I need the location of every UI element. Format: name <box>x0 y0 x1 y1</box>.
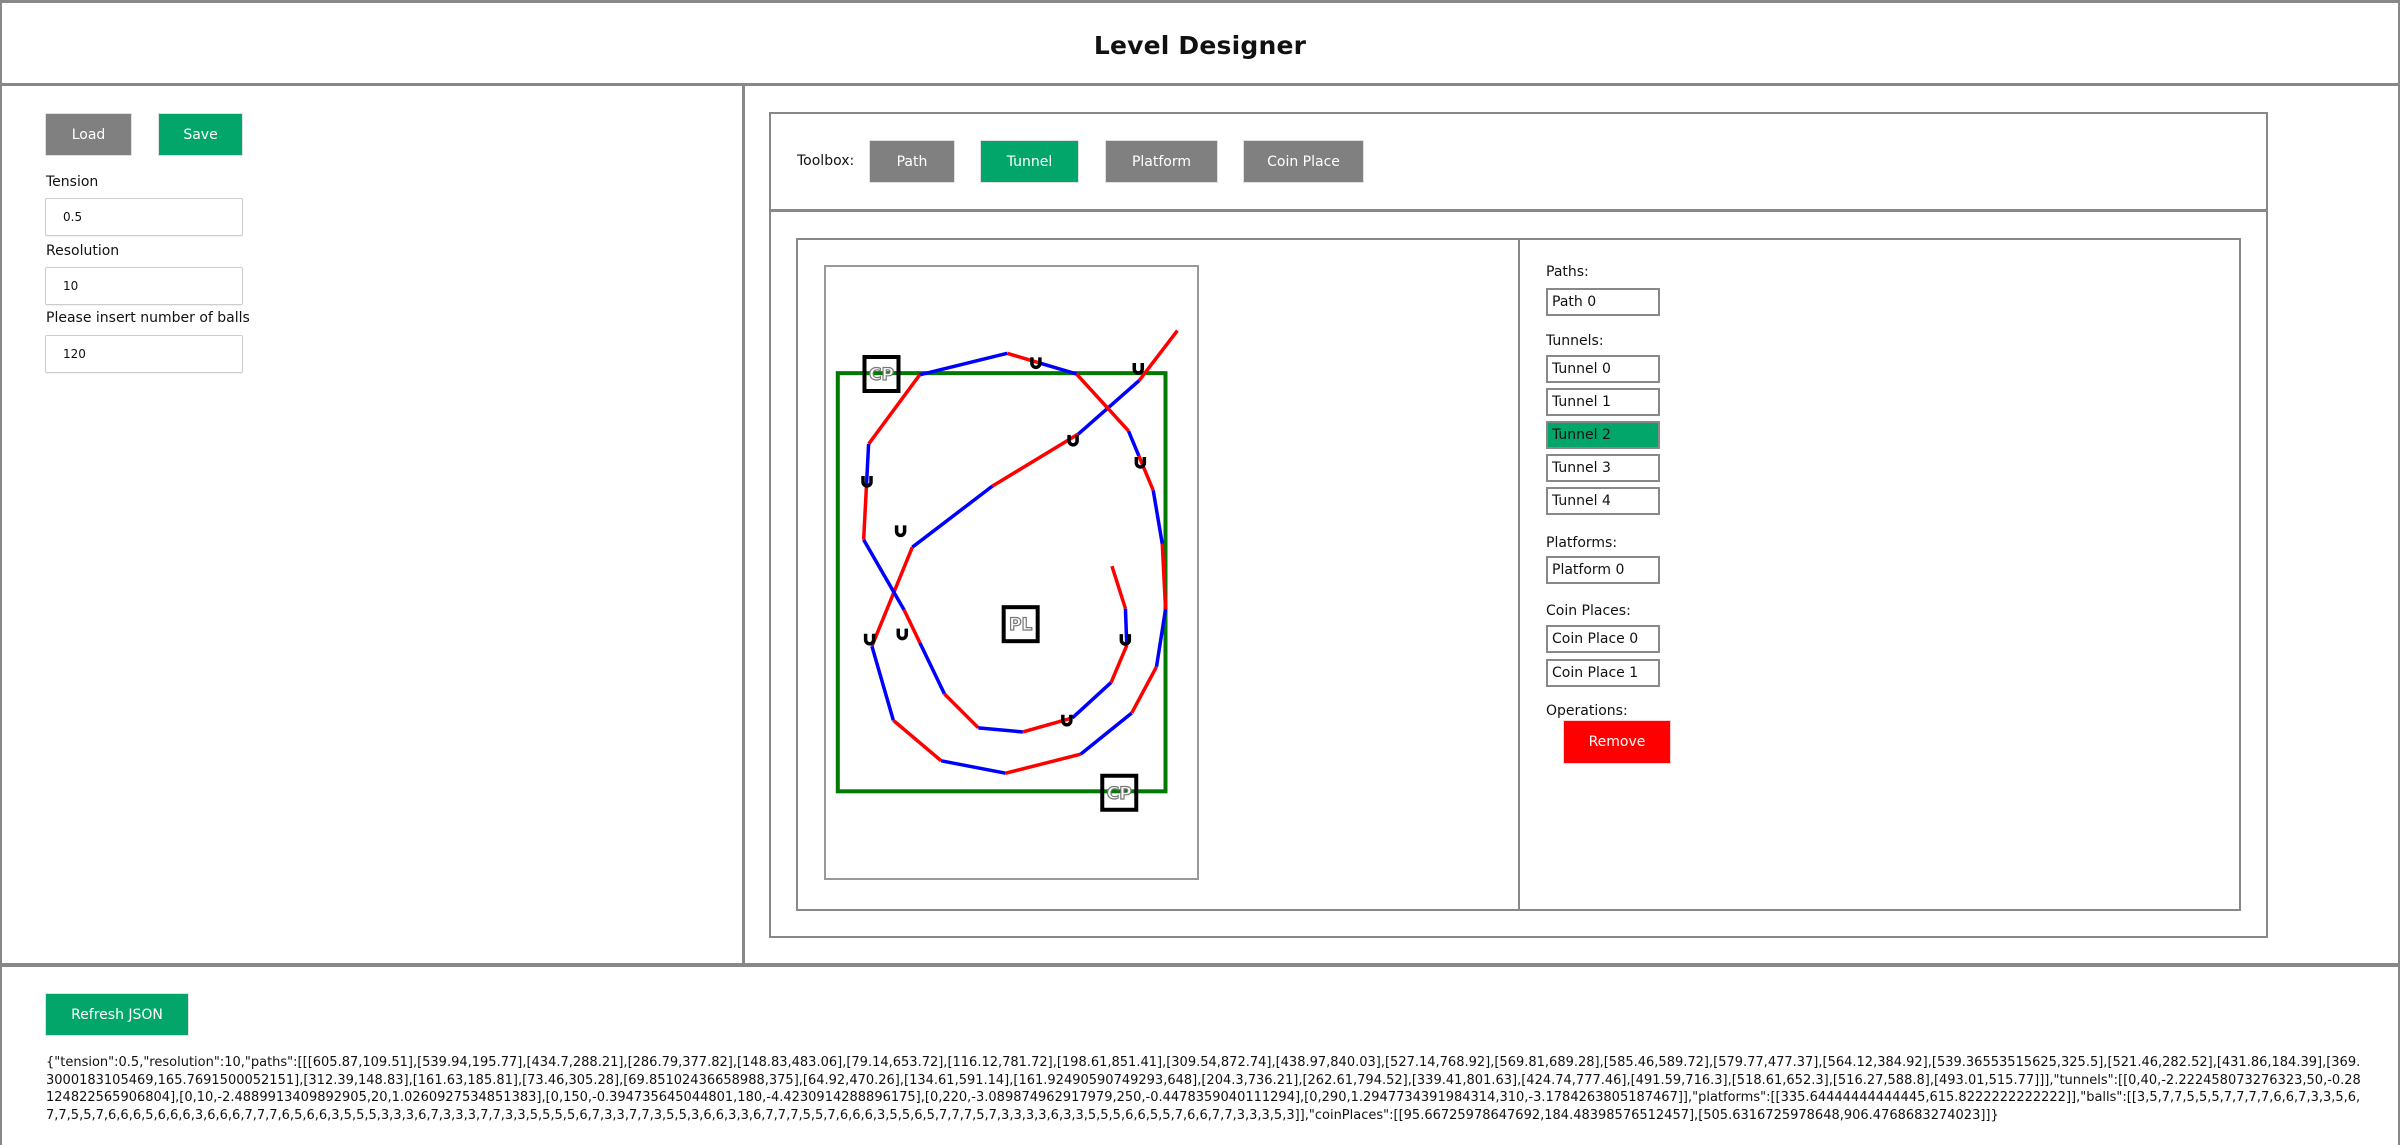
balls-label: Please insert number of balls <box>46 310 250 326</box>
coin-place-marker-label: CP <box>1107 784 1132 804</box>
tunnel-item[interactable]: Tunnel 2 <box>1546 421 1660 449</box>
tunnel-item[interactable]: Tunnel 0 <box>1546 355 1660 383</box>
tool-path-button[interactable]: Path <box>869 140 955 183</box>
tool-tunnel-button[interactable]: Tunnel <box>980 140 1079 183</box>
path-segment <box>1005 752 1082 775</box>
path-segment <box>991 432 1080 488</box>
tunnel-item[interactable]: Tunnel 1 <box>1546 388 1660 416</box>
operations-label: Operations: <box>1546 703 1628 719</box>
path-segment <box>862 538 906 611</box>
path-segment <box>1126 430 1141 457</box>
header: Level Designer <box>0 0 2400 86</box>
path-segment <box>870 645 896 721</box>
path-segment <box>978 726 1024 734</box>
path-segment <box>1110 565 1128 610</box>
tunnel-item[interactable]: Tunnel 4 <box>1546 487 1660 515</box>
tool-coin-place-button[interactable]: Coin Place <box>1243 140 1364 183</box>
path-segment <box>1079 711 1133 756</box>
coin-place-item[interactable]: Coin Place 0 <box>1546 625 1660 653</box>
resolution-label: Resolution <box>46 243 120 259</box>
coin-places-label: Coin Places: <box>1546 603 1631 619</box>
path-segment <box>1075 372 1130 433</box>
platforms-label: Platforms: <box>1546 535 1618 551</box>
balls-count-input[interactable] <box>45 335 243 373</box>
coin-place-item[interactable]: Coin Place 1 <box>1546 659 1660 687</box>
path-segment <box>911 484 994 549</box>
remove-button[interactable]: Remove <box>1563 720 1671 764</box>
path-segment <box>867 373 922 446</box>
path-segment <box>1071 681 1113 720</box>
path-segment <box>1109 644 1129 684</box>
tunnel-marker-icon <box>1132 363 1145 375</box>
path-segment <box>864 443 871 485</box>
work-area-divider <box>1518 238 1520 911</box>
json-output: {"tension":0.5,"resolution":10,"paths":[… <box>46 1055 2361 1123</box>
tunnel-marker-icon <box>896 628 909 641</box>
tension-label: Tension <box>46 174 99 190</box>
tension-input[interactable] <box>45 198 243 236</box>
tunnel-item[interactable]: Tunnel 3 <box>1546 454 1660 482</box>
refresh-json-button[interactable]: Refresh JSON <box>45 993 189 1036</box>
path-segment <box>1151 489 1164 545</box>
page-title: Level Designer <box>1093 31 1307 60</box>
tunnel-marker-icon <box>863 633 876 646</box>
resolution-input[interactable] <box>45 267 243 305</box>
path-segment <box>861 484 869 540</box>
save-button[interactable]: Save <box>158 113 243 156</box>
path-item[interactable]: Path 0 <box>1546 288 1660 316</box>
path-segment <box>1006 351 1041 365</box>
path-segment <box>943 692 980 730</box>
toolbox-label: Toolbox: <box>797 153 855 169</box>
paths-label: Paths: <box>1546 264 1589 280</box>
platform-marker-label: PL <box>1009 615 1032 635</box>
path-segment <box>1130 665 1159 714</box>
tunnel-marker-icon <box>894 525 907 538</box>
path-segment <box>1123 608 1129 646</box>
tool-platform-button[interactable]: Platform <box>1105 140 1218 183</box>
coin-place-marker-label: CP <box>869 365 894 385</box>
platform-item[interactable]: Platform 0 <box>1546 556 1660 584</box>
path-segment <box>940 759 1006 775</box>
load-button[interactable]: Load <box>45 113 132 156</box>
path-segment <box>892 719 943 763</box>
path-segment <box>918 642 947 695</box>
level-canvas[interactable]: PL CP CP <box>826 267 1197 878</box>
tunnels-label: Tunnels: <box>1546 333 1604 349</box>
